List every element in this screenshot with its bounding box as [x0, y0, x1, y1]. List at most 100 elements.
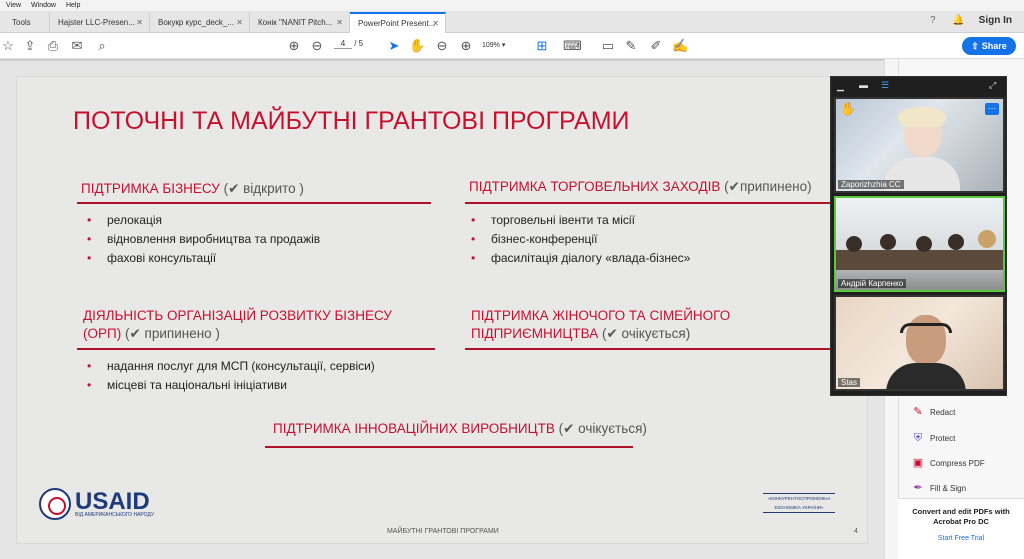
- slide-footer: МАЙБУТНІ ГРАНТОВІ ПРОГРАМИ: [387, 528, 499, 535]
- participant-head: [916, 236, 932, 252]
- list-item: надання послуг для МСП (консультації, се…: [85, 359, 375, 373]
- close-icon[interactable]: ✕: [236, 18, 243, 27]
- section-heading: ПІДТРИМКА ТОРГОВЕЛЬНИХ ЗАХОДІВ: [469, 179, 721, 194]
- section-trade-events: ПІДТРИМКА ТОРГОВЕЛЬНИХ ЗАХОДІВ (✔припине…: [469, 178, 812, 196]
- divider: [77, 348, 435, 350]
- video-panel-header: ▁ ▬ ☰ ⤢: [831, 77, 1008, 95]
- zoom-out-icon[interactable]: ⊖: [434, 38, 450, 54]
- page-total: / 5: [354, 39, 364, 48]
- video-tile-active-speaker[interactable]: Андрій Карпенко: [834, 196, 1005, 292]
- cursor-icon[interactable]: ➤: [386, 38, 402, 54]
- tab-bar: Tools Hajster LLC-Presen... ✕ Вокукр курс…: [0, 11, 1024, 33]
- participant-hair: [898, 107, 946, 127]
- bell-icon[interactable]: 🔔: [952, 15, 964, 26]
- close-icon[interactable]: ✕: [336, 18, 343, 27]
- tool-label: Compress PDF: [930, 458, 985, 468]
- section-bdo: ДІЯЛЬНІСТЬ ОРГАНІЗАЦІЙ РОЗВИТКУ БІЗНЕСУ …: [83, 307, 392, 343]
- search-icon[interactable]: ⌕: [94, 38, 110, 54]
- start-trial-link[interactable]: Start Free Trial: [898, 535, 1024, 542]
- tool-redact[interactable]: ✎ Redact: [912, 406, 955, 418]
- slide-number: 4: [854, 528, 858, 535]
- list-item: релокація: [85, 213, 320, 227]
- highlight-pen-icon[interactable]: ✎: [623, 38, 639, 54]
- section-heading: ПІДТРИМКА БІЗНЕСУ: [81, 181, 220, 196]
- redact-icon: ✎: [913, 406, 923, 418]
- participant-head: [978, 230, 996, 248]
- sign-in-link[interactable]: Sign In: [979, 15, 1012, 26]
- print-icon[interactable]: ⎙: [45, 38, 61, 54]
- page-up-icon[interactable]: ⊕: [286, 38, 302, 54]
- slide-page: ПОТОЧНІ ТА МАЙБУТНІ ГРАНТОВІ ПРОГРАМИ ПІ…: [16, 76, 868, 544]
- video-tile[interactable]: ✋ ⋯ Zaporizhzhia CC: [834, 97, 1005, 193]
- share-icon: ⇧: [971, 40, 979, 51]
- minimize-icon[interactable]: ▁: [837, 81, 844, 92]
- page-indicator: 4 / 5: [334, 39, 363, 49]
- zoom-in-icon[interactable]: ⊕: [458, 38, 474, 54]
- usaid-logo: USAID ВІД АМЕРИКАНСЬКОГО НАРОДУ: [39, 487, 154, 521]
- exit-fullscreen-icon[interactable]: ⤢: [989, 80, 996, 91]
- close-icon[interactable]: ✕: [432, 19, 439, 28]
- tab-document-active[interactable]: PowerPoint Present... ✕: [350, 12, 446, 33]
- tab-tools[interactable]: Tools: [0, 12, 50, 33]
- sign-icon[interactable]: ✍: [672, 38, 688, 54]
- menu-window[interactable]: Window: [31, 2, 56, 9]
- menu-bar: View Window Help: [0, 0, 1024, 11]
- help-icon[interactable]: ?: [930, 15, 936, 26]
- video-call-panel[interactable]: ▁ ▬ ☰ ⤢ ✋ ⋯ Zaporizhzhia CC Андрій Карпе…: [830, 76, 1007, 396]
- program-logo: «КОНКУРЕНТОСПРОМОЖНА ЕКОНОМІКА УКРАЇНИ»: [763, 493, 835, 513]
- menu-view[interactable]: View: [6, 2, 21, 9]
- participant-head: [846, 236, 862, 252]
- zoom-value: 109%: [482, 42, 500, 49]
- section-women-entrepreneurship: ПІДТРИМКА ЖІНОЧОГО ТА СІМЕЙНОГО ПІДПРИЄМ…: [471, 307, 730, 343]
- hand-icon[interactable]: ✋: [409, 38, 425, 54]
- section-heading-cont: ПІДПРИЄМНИЦТВА: [471, 326, 599, 341]
- main-toolbar: ☆ ⇪ ⎙ ✉ ⌕ ⊕ ⊖ 4 / 5 ➤ ✋ ⊖ ⊕ 109% ▾ ⊞ ⌨ ▭…: [0, 33, 1024, 59]
- star-icon[interactable]: ☆: [0, 38, 16, 54]
- divider: [265, 446, 633, 448]
- tab-document[interactable]: Hajster LLC-Presen... ✕: [50, 12, 150, 33]
- tool-compress[interactable]: ▣ Compress PDF: [912, 457, 985, 469]
- participant-name: Zaporizhzhia CC: [838, 180, 904, 189]
- tab-document[interactable]: Конік "NANIT Pitch... ✕: [250, 12, 350, 33]
- gallery-view-icon[interactable]: ☰: [881, 80, 889, 91]
- keyboard-icon[interactable]: ⌨: [563, 38, 582, 54]
- draw-icon[interactable]: ✐: [648, 38, 664, 54]
- section-status: (✔ очікується): [558, 421, 647, 436]
- divider: [465, 202, 831, 204]
- tool-fill-sign[interactable]: ✒ Fill & Sign: [912, 482, 966, 494]
- tool-label: Fill & Sign: [930, 483, 967, 493]
- participant-head: [948, 234, 964, 250]
- tab-label: Конік "NANIT Pitch...: [258, 18, 333, 27]
- participant-body: [886, 363, 966, 389]
- comment-icon[interactable]: ▭: [600, 38, 616, 54]
- tool-protect[interactable]: ⛨ Protect: [912, 432, 955, 444]
- mail-icon[interactable]: ✉: [69, 38, 85, 54]
- video-tile[interactable]: Stas: [834, 295, 1005, 391]
- bullet-list: надання послуг для МСП (консультації, се…: [85, 359, 375, 397]
- section-status: (✔ відкрито ): [223, 181, 304, 196]
- participant-head: [880, 234, 896, 250]
- more-options-icon[interactable]: ⋯: [985, 103, 999, 115]
- upload-icon[interactable]: ⇪: [22, 38, 38, 54]
- page-input[interactable]: 4: [334, 39, 352, 49]
- list-item: фахові консультації: [85, 251, 320, 265]
- headset-icon: [900, 323, 952, 333]
- shield-icon: ⛨: [913, 432, 923, 444]
- participant-name: Stas: [838, 378, 861, 387]
- tool-label: Redact: [930, 407, 956, 417]
- section-heading: ПІДТРИМКА ЖІНОЧОГО ТА СІМЕЙНОГО: [471, 308, 731, 323]
- section-innovative-production: ПІДТРИМКА ІННОВАЦІЙНИХ ВИРОБНИЦТВ (✔ очі…: [273, 420, 647, 438]
- window-icon[interactable]: ▬: [859, 80, 868, 90]
- tab-document[interactable]: Вокукр курс_deck_... ✕: [150, 12, 250, 33]
- zoom-select[interactable]: 109% ▾: [482, 41, 522, 49]
- tab-label: Hajster LLC-Presen...: [58, 18, 135, 27]
- share-button[interactable]: ⇧ Share: [962, 37, 1016, 55]
- section-heading: ПІДТРИМКА ІННОВАЦІЙНИХ ВИРОБНИЦТВ: [273, 421, 555, 436]
- list-item: бізнес-конференції: [469, 232, 690, 246]
- list-item: торговельні івенти та місії: [469, 213, 690, 227]
- menu-help[interactable]: Help: [66, 2, 80, 9]
- fit-page-icon[interactable]: ⊞: [534, 38, 550, 54]
- upgrade-promo: Convert and edit PDFs with Acrobat Pro D…: [898, 498, 1024, 559]
- page-down-icon[interactable]: ⊖: [309, 38, 325, 54]
- close-icon[interactable]: ✕: [136, 18, 143, 27]
